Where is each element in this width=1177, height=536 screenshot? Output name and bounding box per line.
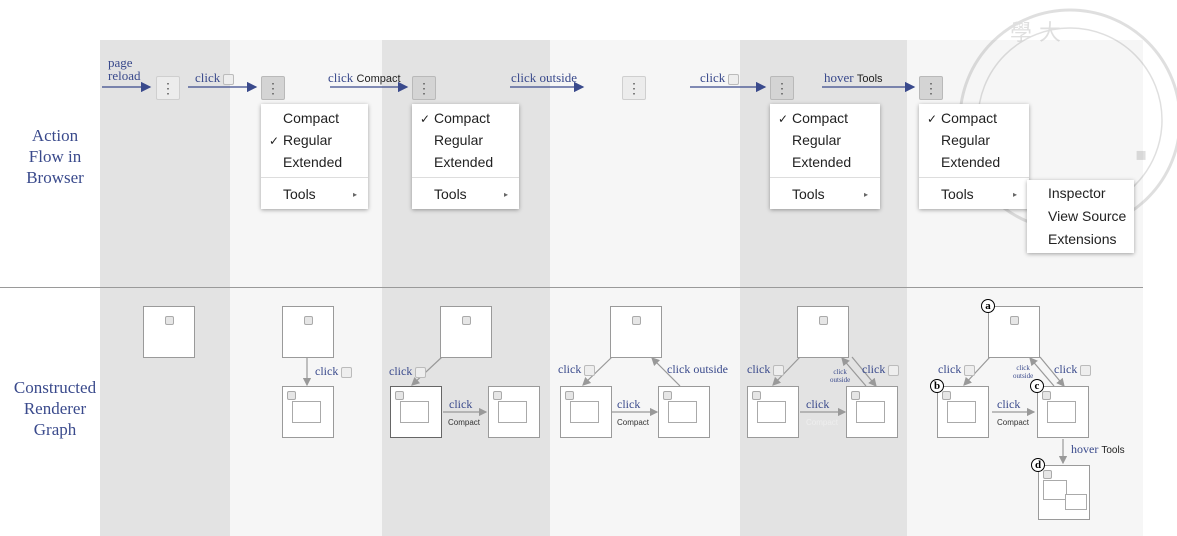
graph-node-root xyxy=(440,306,492,358)
kebab-button-5[interactable]: ⋮ xyxy=(770,76,794,100)
edge-label-click-outside: click outside xyxy=(667,362,728,376)
graph-node-d xyxy=(1038,465,1090,520)
action-label-click-outside: click outside xyxy=(511,70,578,85)
edge-label-click: click xyxy=(938,362,976,377)
node-label-b: b xyxy=(930,379,944,393)
overflow-menu-2: ✓ Compact Regular Extended Tools ▸ xyxy=(412,104,519,209)
kebab-mini-icon xyxy=(415,366,427,378)
submenu-arrow-icon: ▸ xyxy=(1013,190,1018,199)
edge-label-click: click xyxy=(747,362,785,377)
edge-label-click-2: click xyxy=(1054,362,1092,377)
edge-label-click-outside-small: click outside xyxy=(1013,364,1034,380)
edge-label-compact: Compact xyxy=(448,418,481,427)
graph-node-root xyxy=(797,306,849,358)
edge-label-click-compact: click xyxy=(449,397,473,411)
menu-item-tools[interactable]: Tools xyxy=(941,186,974,202)
menu-item-regular[interactable]: Regular xyxy=(792,132,841,148)
graph-node-menu-compact xyxy=(658,386,710,438)
edge-label-hover-tools: hover Tools xyxy=(1071,442,1125,456)
tools-submenu: Inspector View Source Extensions xyxy=(1027,180,1134,253)
menu-item-tools[interactable]: Tools xyxy=(434,186,467,202)
kebab-button-6[interactable]: ⋮ xyxy=(919,76,943,100)
graph-node-menu-regular xyxy=(560,386,612,438)
node-label-d: d xyxy=(1031,458,1045,472)
node-label-c: c xyxy=(1030,379,1044,393)
check-icon: ✓ xyxy=(420,112,431,126)
kebab-mini-icon xyxy=(1080,364,1092,376)
kebab-button-4[interactable]: ⋮ xyxy=(622,76,646,100)
submenu-arrow-icon: ▸ xyxy=(353,190,358,199)
kebab-mini-icon xyxy=(773,364,785,376)
kebab-mini-icon xyxy=(964,364,976,376)
edge-label-compact: Compact xyxy=(806,418,839,427)
kebab-mini-icon xyxy=(341,366,353,378)
graph-node-root xyxy=(610,306,662,358)
graph-node-menu-compact xyxy=(488,386,540,438)
edge-label-click-outside-small: click outside xyxy=(830,368,851,384)
submenu-arrow-icon: ▸ xyxy=(864,190,869,199)
graph-node-root xyxy=(282,306,334,358)
edge-label-click-compact: click xyxy=(997,397,1021,411)
menu-item-extended[interactable]: Extended xyxy=(792,154,851,170)
action-label-hover-tools: hover Tools xyxy=(824,70,883,85)
submenu-arrow-icon: ▸ xyxy=(504,190,509,199)
check-icon: ✓ xyxy=(269,134,280,148)
graph-node-menu-regular xyxy=(390,386,442,438)
graph-node-c xyxy=(1037,386,1089,438)
overflow-menu-3: ✓ Compact Regular Extended Tools ▸ xyxy=(770,104,880,209)
edge-label-click: click xyxy=(315,364,353,379)
node-label-a: a xyxy=(981,299,995,313)
menu-item-regular[interactable]: Regular xyxy=(941,132,990,148)
graph-node-b xyxy=(937,386,989,438)
menu-item-regular[interactable]: Regular xyxy=(434,132,483,148)
kebab-mini-icon xyxy=(728,73,740,85)
menu-item-tools[interactable]: Tools xyxy=(283,186,316,202)
menu-item-extended[interactable]: Extended xyxy=(941,154,1000,170)
kebab-mini-icon xyxy=(584,364,596,376)
overflow-menu-4: ✓ Compact Regular Extended Tools ▸ xyxy=(919,104,1029,209)
graph-node-a xyxy=(988,306,1040,358)
kebab-mini-icon xyxy=(223,73,235,85)
action-label-click-compact: click Compact xyxy=(328,70,401,85)
check-icon: ✓ xyxy=(927,112,938,126)
action-label-page-reload: page reload xyxy=(108,55,141,83)
menu-item-regular[interactable]: Regular xyxy=(283,132,332,148)
edge-label-click-compact: click xyxy=(617,397,641,411)
graph-node-menu-regular xyxy=(747,386,799,438)
graph-node-root xyxy=(143,306,195,358)
menu-item-extended[interactable]: Extended xyxy=(283,154,342,170)
edge-label-compact: Compact xyxy=(617,418,650,427)
kebab-button-3[interactable]: ⋮ xyxy=(412,76,436,100)
action-label-click-1: click xyxy=(195,70,235,86)
edge-label-click: click xyxy=(389,364,427,379)
graph-node-menu-compact xyxy=(846,386,898,438)
action-label-click-2: click xyxy=(700,70,740,86)
edge-label-click: click xyxy=(558,362,596,377)
overflow-menu-1: Compact ✓ Regular Extended Tools ▸ xyxy=(261,104,368,209)
menu-item-extended[interactable]: Extended xyxy=(434,154,493,170)
check-icon: ✓ xyxy=(778,112,789,126)
kebab-button-1[interactable]: ⋮ xyxy=(156,76,180,100)
submenu-item-inspector[interactable]: Inspector xyxy=(1048,185,1106,201)
kebab-button-2[interactable]: ⋮ xyxy=(261,76,285,100)
graph-node-menu-regular xyxy=(282,386,334,438)
submenu-item-view-source[interactable]: View Source xyxy=(1048,208,1126,224)
menu-divider xyxy=(261,177,368,178)
kebab-mini-icon xyxy=(888,364,900,376)
menu-item-compact[interactable]: Compact xyxy=(941,110,997,126)
edge-label-click-compact: click xyxy=(806,397,830,411)
menu-item-compact[interactable]: Compact xyxy=(283,110,339,126)
submenu-item-extensions[interactable]: Extensions xyxy=(1048,231,1116,247)
menu-item-compact[interactable]: Compact xyxy=(434,110,490,126)
menu-item-compact[interactable]: Compact xyxy=(792,110,848,126)
menu-divider xyxy=(412,177,519,178)
menu-divider xyxy=(770,177,880,178)
edge-label-compact: Compact xyxy=(997,418,1030,427)
menu-divider xyxy=(919,177,1029,178)
menu-item-tools[interactable]: Tools xyxy=(792,186,825,202)
edge-label-click-2: click xyxy=(862,362,900,377)
